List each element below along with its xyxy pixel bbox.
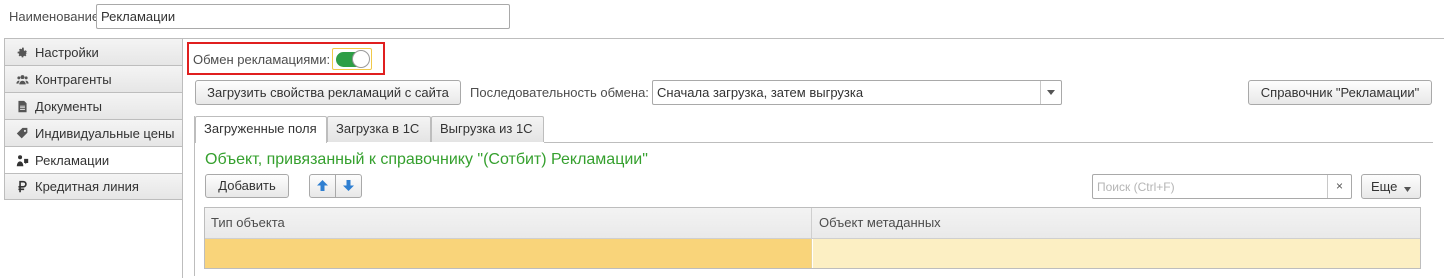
sequence-select-value: Сначала загрузка, затем выгрузка (657, 85, 864, 100)
sidebar-item-credit-line[interactable]: Кредитная линия (4, 173, 183, 200)
sidebar-item-settings[interactable]: Настройки (4, 38, 183, 65)
exchange-label: Обмен рекламациями: (193, 52, 331, 67)
tab-import-1c[interactable]: Загрузка в 1С (327, 116, 431, 142)
name-field[interactable]: Рекламации (96, 4, 510, 29)
sequence-select[interactable]: Сначала загрузка, затем выгрузка (652, 80, 1062, 105)
table-cell-object-type[interactable] (205, 239, 812, 268)
column-header-object-type[interactable]: Тип объекта (205, 208, 812, 239)
sidebar-item-claims[interactable]: Рекламации (4, 146, 183, 173)
add-button[interactable]: Добавить (205, 174, 289, 198)
toggle-knob (352, 50, 370, 68)
table-header: Тип объекта Объект метаданных (205, 208, 1420, 239)
sidebar-item-label: Индивидуальные цены (35, 125, 175, 141)
sequence-label: Последовательность обмена: (470, 85, 649, 100)
gear-icon (15, 45, 29, 59)
sidebar-item-prices[interactable]: Индивидуальные цены (4, 119, 183, 146)
search-box: × (1092, 174, 1352, 199)
move-down-button[interactable] (335, 174, 362, 198)
load-properties-button[interactable]: Загрузить свойства рекламаций с сайта (195, 80, 461, 105)
exchange-toggle[interactable] (332, 48, 372, 70)
claims-reference-button[interactable]: Справочник "Рекламации" (1248, 80, 1432, 105)
price-tag-icon (15, 126, 29, 140)
tab-export-1c[interactable]: Выгрузка из 1С (431, 116, 544, 142)
sidebar-item-label: Кредитная линия (35, 179, 139, 194)
chevron-down-icon (1404, 176, 1412, 199)
move-up-button[interactable] (309, 174, 336, 198)
search-input[interactable] (1093, 175, 1325, 198)
clear-search-button[interactable]: × (1327, 175, 1351, 198)
sidebar: Настройки Контрагенты Документы Индивиду… (4, 38, 183, 200)
sidebar-item-contractors[interactable]: Контрагенты (4, 65, 183, 92)
arrow-up-icon (317, 175, 328, 198)
sidebar-item-label: Документы (35, 98, 103, 114)
tab-loaded-fields[interactable]: Загруженные поля (195, 116, 327, 143)
table-row[interactable] (205, 239, 1420, 268)
group-title: Объект, привязанный к справочнику "(Сотб… (205, 151, 648, 168)
sidebar-item-label: Настройки (35, 44, 99, 60)
name-label: Наименование: (9, 9, 103, 24)
dropdown-arrow-icon[interactable] (1040, 81, 1061, 104)
column-header-metadata-object[interactable]: Объект метаданных (813, 208, 1420, 239)
people-icon (15, 72, 29, 86)
ruble-icon (15, 180, 29, 194)
sidebar-item-label: Контрагенты (35, 71, 112, 87)
objects-table: Тип объекта Объект метаданных (204, 207, 1421, 269)
sidebar-item-documents[interactable]: Документы (4, 92, 183, 119)
table-cell-metadata-object[interactable] (813, 239, 1420, 268)
toggle-track (336, 50, 370, 68)
claims-icon (15, 153, 29, 167)
arrow-down-icon (343, 175, 354, 198)
more-button-label: Еще (1370, 179, 1398, 194)
more-button[interactable]: Еще (1361, 174, 1421, 199)
tab-divider (544, 142, 1433, 143)
document-icon (15, 99, 29, 113)
sidebar-item-label: Рекламации (35, 152, 110, 168)
